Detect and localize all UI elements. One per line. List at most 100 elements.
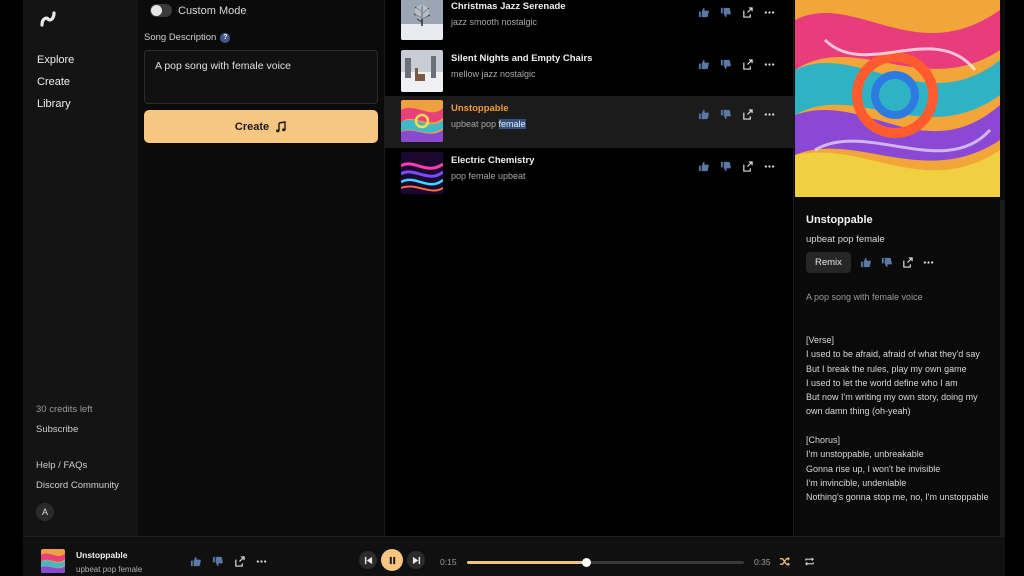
thumbs-up-icon[interactable] <box>697 108 710 121</box>
share-icon[interactable] <box>741 58 754 71</box>
player-tags: upbeat pop female <box>76 565 143 574</box>
share-icon[interactable] <box>741 6 754 19</box>
progress-fill <box>467 561 586 564</box>
lyric-line: But now I'm writing my own story, doing … <box>806 392 978 417</box>
thumbs-up-icon[interactable] <box>189 555 202 568</box>
thumbs-down-icon[interactable] <box>719 160 732 173</box>
lyric-line: Gonna rise up, I won't be invisible <box>806 463 941 474</box>
lyric-line: I used to be afraid, afraid of what they… <box>806 349 980 360</box>
song-actions <box>697 160 776 173</box>
more-options-icon[interactable] <box>763 6 776 19</box>
more-options-icon[interactable] <box>763 58 776 71</box>
next-track-icon[interactable] <box>407 551 425 569</box>
song-row-active[interactable]: Unstoppable upbeat pop female <box>385 96 795 148</box>
thumbs-up-icon[interactable] <box>697 160 710 173</box>
lyric-line: But I break the rules, play my own game <box>806 363 967 374</box>
create-button[interactable]: Create <box>144 110 378 143</box>
song-thumbnail <box>401 100 443 142</box>
detail-scrollbar[interactable] <box>1000 200 1005 536</box>
share-icon[interactable] <box>741 160 754 173</box>
thumbs-up-icon[interactable] <box>697 6 710 19</box>
right-edge <box>1005 0 1024 576</box>
left-edge <box>0 0 23 576</box>
nav-explore[interactable]: Explore <box>37 52 74 74</box>
more-options-icon[interactable] <box>763 160 776 173</box>
playback-controls <box>359 549 425 571</box>
custom-mode-label: Custom Mode <box>178 4 247 17</box>
thumbs-up-icon[interactable] <box>859 256 872 269</box>
song-title[interactable]: Silent Nights and Empty Chairs <box>451 53 592 64</box>
thumbs-down-icon[interactable] <box>880 256 893 269</box>
song-tags-text: upbeat pop <box>451 119 499 129</box>
detail-prompt: A pop song with female voice <box>806 292 923 302</box>
song-row[interactable]: Silent Nights and Empty Chairs mellow ja… <box>385 46 795 98</box>
main-nav: Explore Create Library <box>37 52 74 118</box>
song-title[interactable]: Electric Chemistry <box>451 155 534 166</box>
sidebar: Explore Create Library 30 credits left S… <box>23 0 138 536</box>
nav-create[interactable]: Create <box>37 74 74 96</box>
lyric-line: [Verse] <box>806 335 835 345</box>
song-row[interactable]: Christmas Jazz Serenade jazz smooth nost… <box>385 0 795 46</box>
previous-track-icon[interactable] <box>359 551 377 569</box>
custom-mode-row: Custom Mode <box>150 4 246 17</box>
share-icon[interactable] <box>901 256 914 269</box>
song-actions <box>697 108 776 121</box>
song-thumbnail <box>401 152 443 194</box>
song-title[interactable]: Christmas Jazz Serenade <box>451 1 566 12</box>
shuffle-icon[interactable] <box>778 555 791 568</box>
remix-button[interactable]: Remix <box>806 252 851 273</box>
suno-logo-icon[interactable] <box>37 8 59 30</box>
progress-handle[interactable] <box>581 558 591 567</box>
player-thumbnail <box>41 549 65 573</box>
song-title[interactable]: Unstoppable <box>451 103 509 114</box>
player-actions <box>189 555 268 568</box>
more-options-icon[interactable] <box>763 108 776 121</box>
song-description-input[interactable]: A pop song with female voice <box>144 50 378 104</box>
cover-art <box>795 0 1000 197</box>
lyric-line: Nothing's gonna stop me, no, I'm unstopp… <box>806 492 989 503</box>
share-icon[interactable] <box>233 555 246 568</box>
song-list: Christmas Jazz Serenade jazz smooth nost… <box>384 0 795 536</box>
detail-actions: Remix <box>806 252 935 273</box>
player-bar: Unstoppable upbeat pop female 0:15 0:35 <box>23 536 1005 576</box>
pause-button-icon[interactable] <box>381 549 403 571</box>
thumbs-down-icon[interactable] <box>719 6 732 19</box>
avatar[interactable]: A <box>36 503 54 521</box>
progress-bar[interactable] <box>467 558 744 567</box>
detail-title: Unstoppable <box>806 214 873 226</box>
thumbs-down-icon[interactable] <box>211 555 224 568</box>
discord-community-link[interactable]: Discord Community <box>36 479 119 499</box>
create-panel: Custom Mode Song Description ? A pop son… <box>138 0 384 536</box>
more-options-icon[interactable] <box>255 555 268 568</box>
song-row[interactable]: Electric Chemistry pop female upbeat <box>385 148 795 200</box>
help-faqs-link[interactable]: Help / FAQs <box>36 459 119 479</box>
lyrics: [Verse] I used to be afraid, afraid of w… <box>806 333 996 505</box>
song-actions <box>697 58 776 71</box>
song-tags: upbeat pop female <box>451 119 526 129</box>
song-detail-panel: Unstoppable upbeat pop female Remix A po… <box>795 0 1005 536</box>
thumbs-down-icon[interactable] <box>719 58 732 71</box>
more-options-icon[interactable] <box>922 256 935 269</box>
nav-library[interactable]: Library <box>37 96 74 118</box>
lyric-line: I'm invincible, undeniable <box>806 477 907 488</box>
custom-mode-toggle[interactable] <box>150 4 172 17</box>
player-title[interactable]: Unstoppable <box>76 550 127 560</box>
player-right-controls <box>778 555 816 568</box>
song-actions <box>697 6 776 19</box>
song-thumbnail <box>401 0 443 40</box>
sidebar-footer: 30 credits left Subscribe Help / FAQs Di… <box>36 403 119 521</box>
thumbs-up-icon[interactable] <box>697 58 710 71</box>
lyric-line: I used to let the world define who I am <box>806 377 958 388</box>
repeat-icon[interactable] <box>803 555 816 568</box>
subscribe-link[interactable]: Subscribe <box>36 423 119 443</box>
song-tags: pop female upbeat <box>451 171 526 181</box>
song-description-label: Song Description <box>144 32 217 43</box>
thumbs-down-icon[interactable] <box>719 108 732 121</box>
selected-text-highlight: female <box>498 119 526 129</box>
info-icon[interactable]: ? <box>220 32 231 43</box>
app-window: Explore Create Library 30 credits left S… <box>0 0 1024 576</box>
song-description-label-row: Song Description ? <box>144 32 231 43</box>
song-tags: mellow jazz nostalgic <box>451 69 536 79</box>
song-thumbnail <box>401 50 443 92</box>
share-icon[interactable] <box>741 108 754 121</box>
